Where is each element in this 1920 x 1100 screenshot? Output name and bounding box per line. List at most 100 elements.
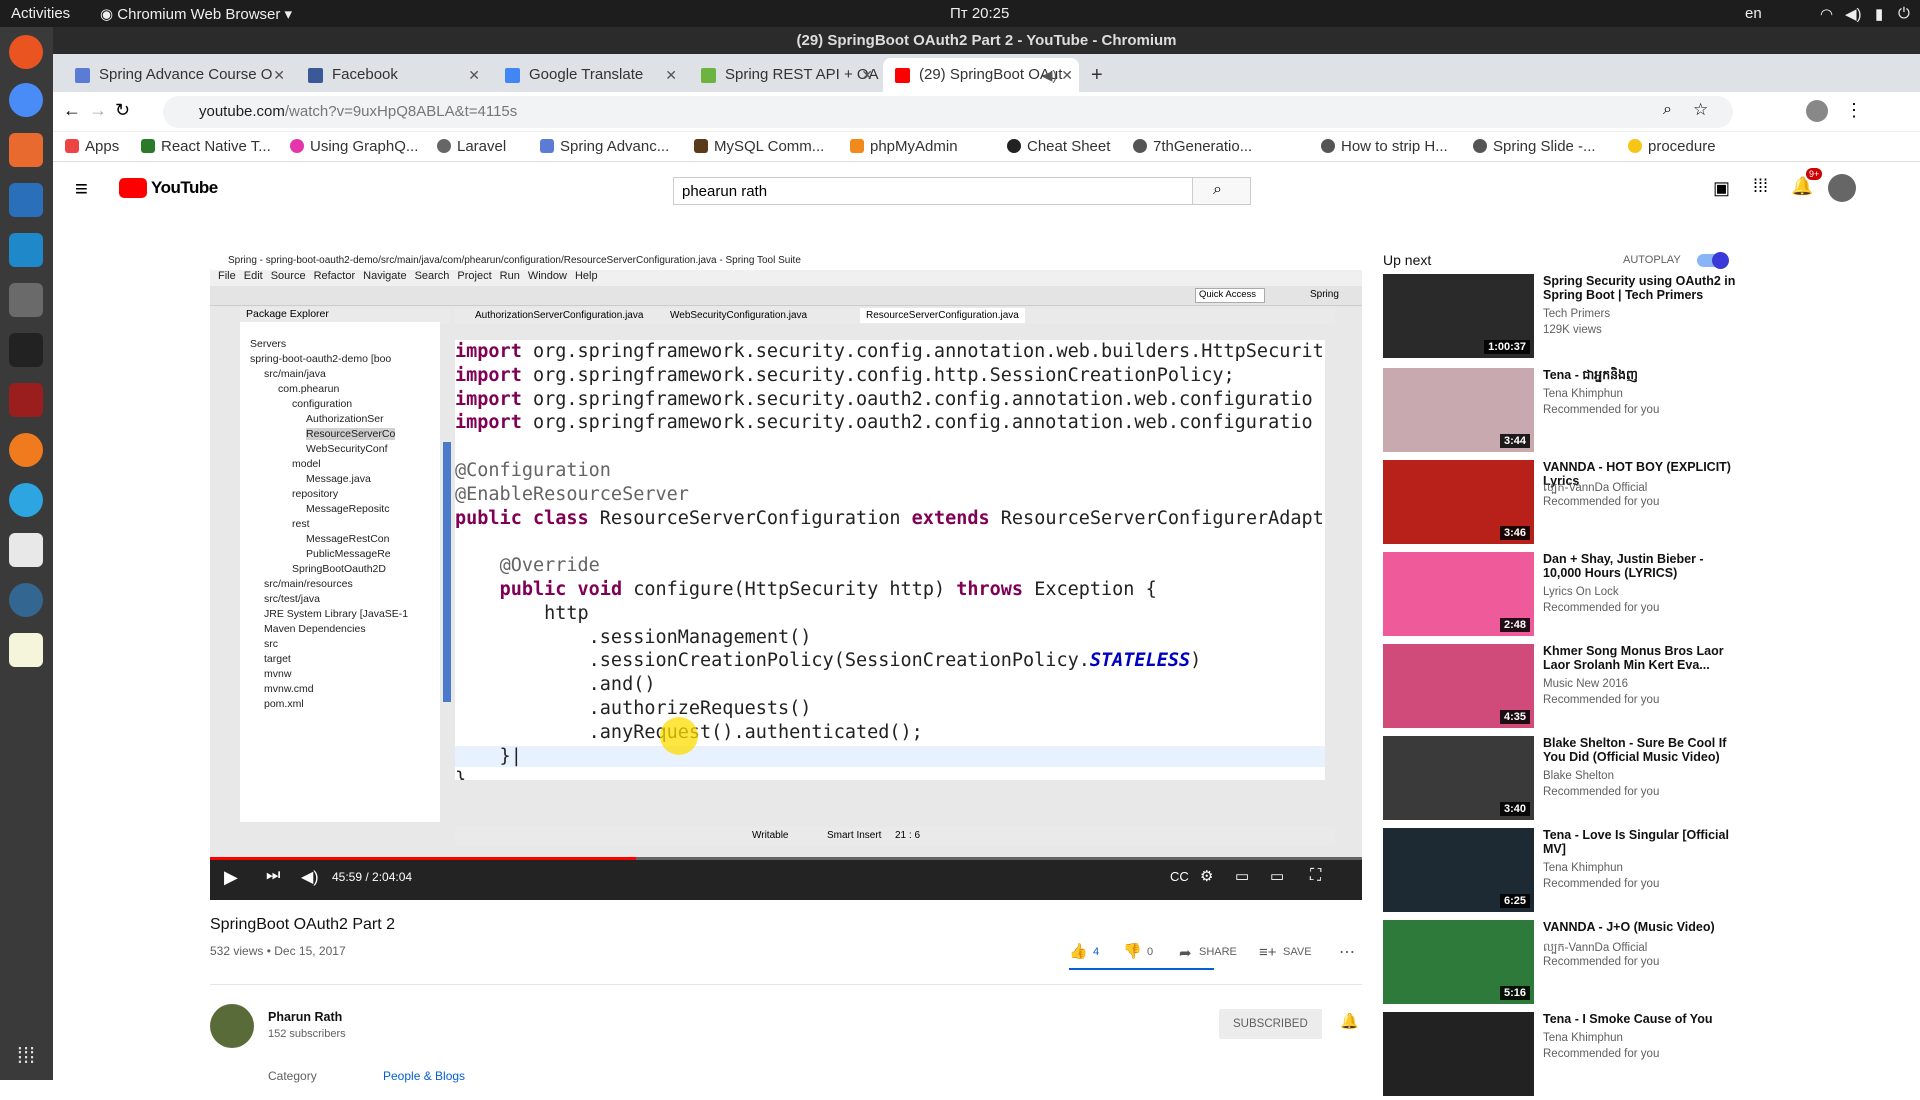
software-center-icon[interactable]	[9, 133, 43, 167]
share-button[interactable]: SHARE	[1199, 946, 1237, 958]
close-icon[interactable]: ✕	[468, 58, 480, 92]
battery-icon[interactable]: ▮	[1875, 5, 1883, 23]
progress-bar[interactable]	[210, 857, 1362, 860]
zoom-icon[interactable]: ⌕	[1663, 101, 1672, 119]
subscribe-button[interactable]: SUBSCRIBED	[1219, 1009, 1322, 1039]
text-editor-icon[interactable]	[9, 633, 43, 667]
create-video-icon[interactable]: ▣	[1713, 178, 1730, 199]
bookmark-apps[interactable]: Apps	[65, 138, 119, 155]
category-link[interactable]: People & Blogs	[383, 1069, 465, 1083]
card-title[interactable]: Tena - ជាអ្នកនិងញ	[1543, 368, 1743, 382]
video-card[interactable]: 3:40 Blake Shelton - Sure Be Cool If You …	[1383, 736, 1763, 824]
volume-icon[interactable]: ◀)	[1845, 5, 1862, 23]
miniplayer-icon[interactable]: ▭	[1235, 867, 1249, 885]
files-icon[interactable]	[9, 283, 43, 317]
tab-0[interactable]: Spring Advance Course O ✕	[63, 58, 291, 92]
apps-grid-icon[interactable]: ⁞⁞⁞	[1753, 176, 1768, 197]
close-icon[interactable]: ✕	[1061, 58, 1073, 92]
card-title[interactable]: Blake Shelton - Sure Be Cool If You Did …	[1543, 736, 1743, 764]
video-card[interactable]: 6:25 Tena - Love Is Singular [Official MV…	[1383, 828, 1763, 916]
audio-icon[interactable]: ◀)	[1042, 58, 1057, 92]
channel-avatar[interactable]	[210, 1004, 254, 1048]
video-thumbnail[interactable]: 3:46	[1383, 460, 1534, 544]
video-card[interactable]: 2:48 Dan + Shay, Justin Bieber - 10,000 H…	[1383, 552, 1763, 640]
app-menu[interactable]: ◉ Chromium Web Browser ▾	[100, 5, 292, 23]
chromium-dock-icon[interactable]	[9, 83, 43, 117]
network-icon[interactable]: ◠	[1820, 5, 1833, 23]
tab-2[interactable]: Google Translate ✕	[493, 58, 683, 92]
video-thumbnail[interactable]: 3:44	[1383, 368, 1534, 452]
bookmark-11[interactable]: procedure	[1628, 138, 1716, 155]
reload-icon[interactable]: ↻	[115, 100, 130, 121]
bookmark-5[interactable]: MySQL Comm...	[694, 138, 824, 155]
avatar[interactable]	[1806, 100, 1828, 122]
close-icon[interactable]: ✕	[861, 58, 873, 92]
activities-button[interactable]: Activities	[11, 5, 70, 22]
back-icon[interactable]: ←	[63, 100, 81, 121]
share-icon[interactable]: ➦	[1179, 944, 1192, 962]
menu-icon[interactable]: ⋮	[1845, 100, 1863, 121]
bookmark-10[interactable]: Spring Slide -...	[1473, 138, 1596, 155]
card-title[interactable]: Tena - I Smoke Cause of You	[1543, 1012, 1743, 1026]
video-card[interactable]: 4:35 Khmer Song Monus Bros Laor Laor Srol…	[1383, 644, 1763, 732]
more-icon[interactable]: ⋯	[1339, 942, 1355, 962]
next-icon[interactable]: ⏭	[266, 867, 280, 885]
clock[interactable]: Пт 20:25	[950, 5, 1009, 22]
video-card[interactable]: 3:44 Tena - ជាអ្នកនិងញ Tena Khimphun Recomm…	[1383, 368, 1763, 456]
bell-icon[interactable]: 🔔	[1340, 1012, 1359, 1030]
vscode-icon[interactable]	[9, 233, 43, 267]
youtube-logo-icon[interactable]	[119, 178, 147, 198]
channel-name[interactable]: Pharun Rath	[268, 1010, 342, 1024]
url-input[interactable]: youtube.com/watch?v=9uxHpQ8ABLA&t=4115s	[163, 96, 1733, 128]
language-indicator[interactable]: en	[1745, 5, 1762, 22]
fullscreen-icon[interactable]: ⛶	[1310, 867, 1321, 885]
video-thumbnail[interactable]: 4:35	[1383, 644, 1534, 728]
video-thumbnail[interactable]: 1:00:37	[1383, 274, 1534, 358]
video-thumbnail[interactable]	[1383, 1012, 1534, 1096]
account-avatar[interactable]	[1828, 174, 1856, 202]
video-card[interactable]: 1:00:37 Spring Security using OAuth2 in S…	[1383, 274, 1763, 362]
card-title[interactable]: Khmer Song Monus Bros Laor Laor Srolanh …	[1543, 644, 1743, 672]
video-card[interactable]: 3:46 VANNDA - HOT BOY (EXPLICIT) Lyrics ល្…	[1383, 460, 1763, 548]
telegram-icon[interactable]	[9, 483, 43, 517]
bookmark-7[interactable]: Cheat Sheet	[1007, 138, 1110, 155]
app-icon[interactable]	[9, 383, 43, 417]
document-icon[interactable]	[9, 533, 43, 567]
play-icon[interactable]: ▶	[224, 867, 238, 888]
settings-icon[interactable]: ⚙	[1200, 867, 1213, 885]
bookmark-6[interactable]: phpMyAdmin	[850, 138, 958, 155]
hamburger-icon[interactable]: ≡	[75, 176, 88, 202]
tab-1[interactable]: Facebook ✕	[296, 58, 486, 92]
forward-icon[interactable]: →	[89, 100, 107, 121]
video-thumbnail[interactable]: 2:48	[1383, 552, 1534, 636]
card-title[interactable]: Spring Security using OAuth2 in Spring B…	[1543, 274, 1743, 302]
show-apps-icon[interactable]: ⁞⁞⁞	[9, 1043, 43, 1077]
video-card[interactable]: Tena - I Smoke Cause of You Tena Khimphun…	[1383, 1012, 1763, 1100]
video-player[interactable]: Spring - spring-boot-oauth2-demo/src/mai…	[210, 252, 1362, 900]
bookmark-9[interactable]: How to strip H...	[1321, 138, 1448, 155]
video-thumbnail[interactable]: 3:40	[1383, 736, 1534, 820]
bookmark-3[interactable]: Laravel	[437, 138, 506, 155]
youtube-logo-text[interactable]: YouTube	[151, 178, 218, 198]
bookmark-8[interactable]: 7thGeneratio...	[1133, 138, 1252, 155]
close-icon[interactable]: ✕	[273, 58, 285, 92]
tab-active[interactable]: (29) SpringBoot OAut ◀) ✕	[883, 58, 1079, 92]
captions-icon[interactable]: CC	[1170, 869, 1189, 884]
dislike-icon[interactable]: 👎	[1123, 942, 1142, 960]
video-thumbnail[interactable]: 6:25	[1383, 828, 1534, 912]
video-thumbnail[interactable]: 5:16	[1383, 920, 1534, 1004]
search-input[interactable]: phearun rath	[673, 177, 1193, 205]
save-icon[interactable]: ≡+	[1259, 944, 1277, 961]
theater-icon[interactable]: ▭	[1270, 867, 1284, 885]
bookmark-4[interactable]: Spring Advanc...	[540, 138, 669, 155]
bookmark-2[interactable]: Using GraphQ...	[290, 138, 418, 155]
star-icon[interactable]: ☆	[1693, 100, 1708, 120]
tab-3[interactable]: Spring REST API + OAuth2✕	[689, 58, 879, 92]
search-button[interactable]: ⌕	[1193, 177, 1251, 205]
like-icon[interactable]: 👍	[1069, 942, 1088, 960]
power-icon[interactable]: ⏻	[1898, 5, 1910, 22]
vs-icon[interactable]	[9, 183, 43, 217]
card-title[interactable]: Dan + Shay, Justin Bieber - 10,000 Hours…	[1543, 552, 1743, 580]
save-button[interactable]: SAVE	[1283, 946, 1312, 958]
card-title[interactable]: Tena - Love Is Singular [Official MV]	[1543, 828, 1743, 856]
